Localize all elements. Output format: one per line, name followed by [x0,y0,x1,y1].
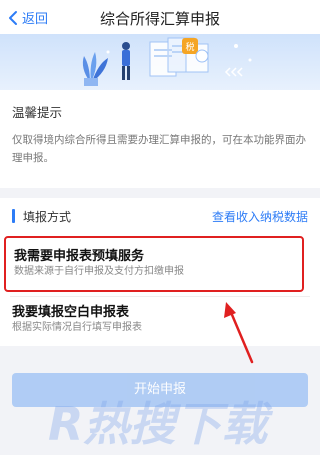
option-subtitle: 根据实际情况自行填写申报表 [12,322,142,333]
plant-icon [82,52,108,86]
tips-title: 温馨提示 [12,105,63,120]
chevrons-decoration [224,67,243,77]
section-header: 填报方式 查看收入纳税数据 [0,198,320,232]
option-subtitle: 数据来源于自行申报及支付方扣缴申报 [14,266,184,277]
section-title: 填报方式 [23,210,72,224]
svg-text:税: 税 [185,41,194,53]
start-filing-button[interactable]: 开始申报 [12,373,308,407]
nav-bar: 返回 综合所得汇算申报 [0,0,320,34]
view-income-tax-data-link[interactable]: 查看收入纳税数据 [212,208,308,225]
tax-illustration: 税 [82,37,252,86]
section-accent-bar [12,209,15,223]
filing-method-card: 填报方式 查看收入纳税数据 我需要申报表预填服务 数据来源于自行申报及支付方扣缴… [0,198,320,346]
tips-panel: 温馨提示 仅取得境内综合所得且需要办理汇算申报的，可在本功能界面办理申报。 [0,90,320,188]
page-title: 综合所得汇算申报 [99,10,220,28]
banner-illustration: 税 [0,34,320,90]
annotation-arrow-icon [224,302,254,364]
divider [10,296,310,297]
option-prefill-service[interactable]: 我需要申报表预填服务 数据来源于自行申报及支付方扣缴申报 [4,236,304,292]
tips-text: 仅取得境内综合所得且需要办理汇算申报的，可在本功能界面办理申报。 [12,134,306,164]
person-icon [122,42,130,80]
